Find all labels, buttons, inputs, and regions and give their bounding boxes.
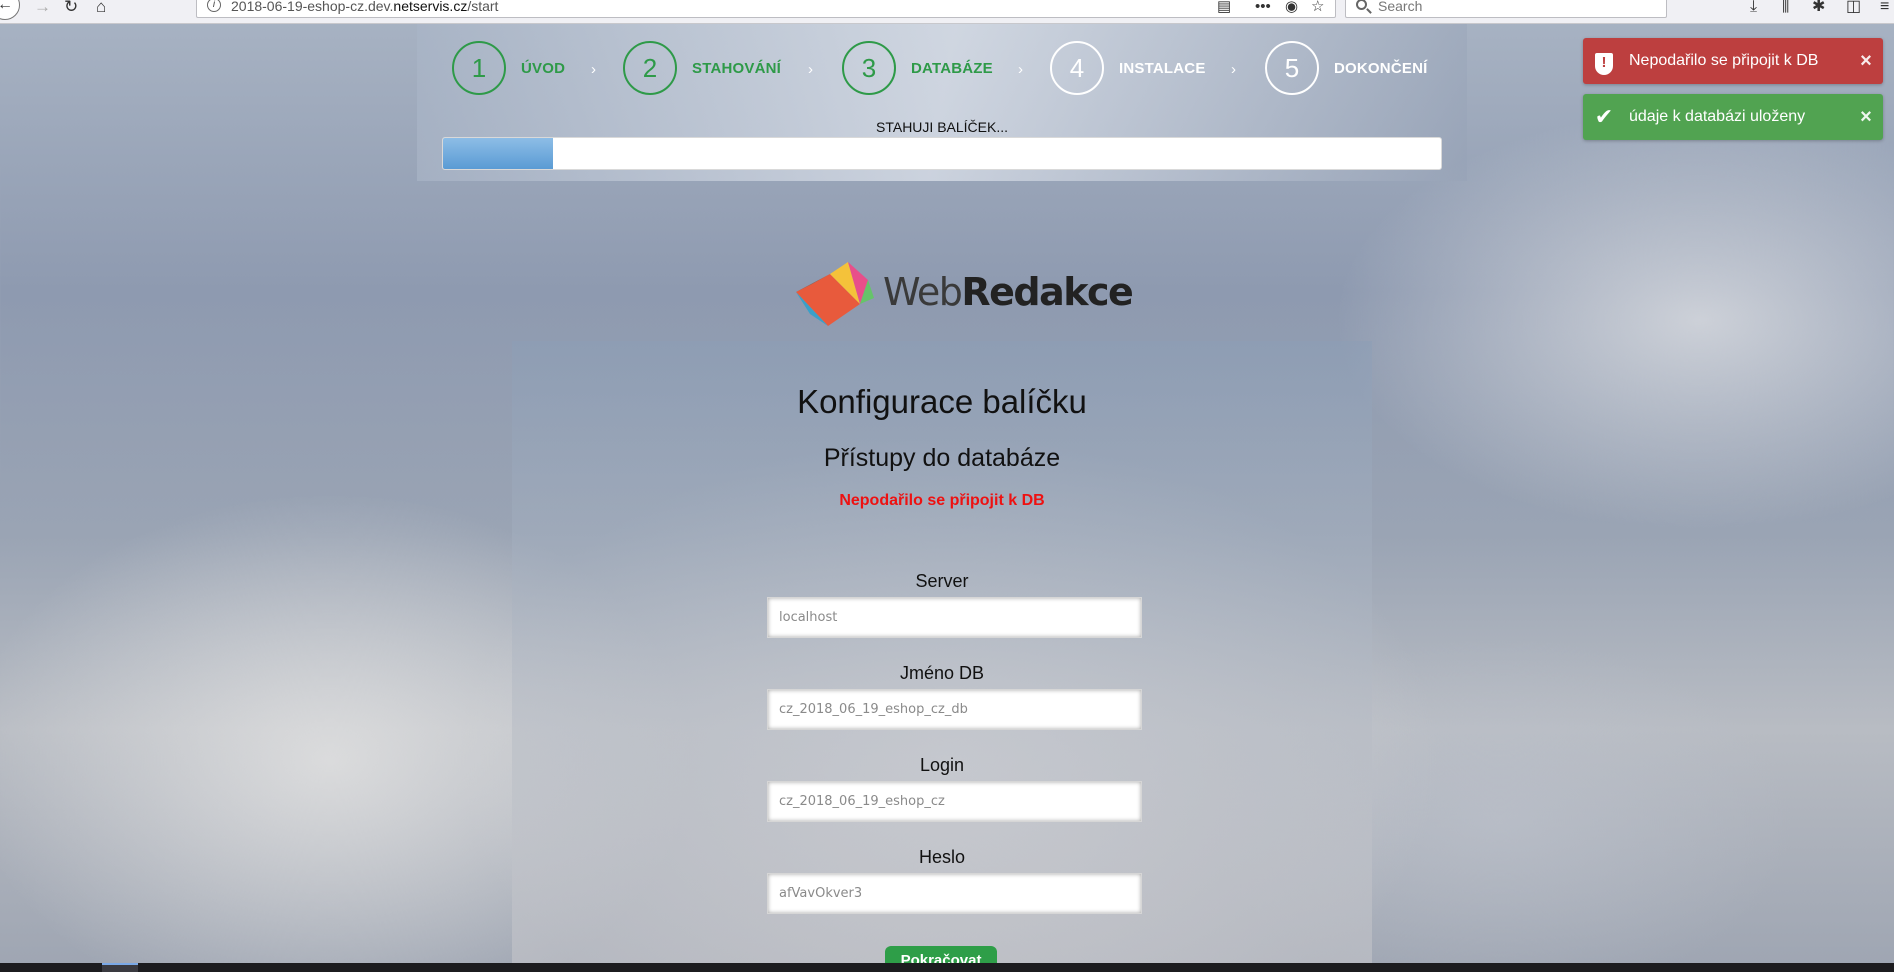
browser-toolbar: ← → ↻ ⌂ i 2018-06-19-eshop-cz.dev.netser… bbox=[0, 0, 1894, 24]
close-icon[interactable]: × bbox=[1849, 50, 1883, 73]
dbname-label: Jméno DB bbox=[899, 663, 985, 683]
password-label: Heslo bbox=[918, 847, 966, 867]
home-button[interactable]: ⌂ bbox=[96, 0, 106, 20]
url-path: /start bbox=[467, 0, 499, 14]
forward-button[interactable]: → bbox=[34, 0, 51, 20]
reader-view-icon[interactable]: ▤ bbox=[1217, 0, 1231, 16]
step-number: 3 bbox=[842, 41, 896, 95]
webredakce-logo: WebRedakce bbox=[790, 254, 1134, 328]
sidebar-icon[interactable]: ◫ bbox=[1846, 0, 1861, 15]
bookmark-star-icon[interactable]: ☆ bbox=[1311, 0, 1324, 16]
toast-success: ✔ údaje k databázi uloženy × bbox=[1583, 94, 1883, 140]
url-bar[interactable]: i 2018-06-19-eshop-cz.dev.netservis.cz/s… bbox=[196, 0, 1336, 18]
checkmark-icon: ✔ bbox=[1594, 104, 1614, 129]
logo-text-light: Web bbox=[883, 270, 963, 314]
chevron-right-icon: › bbox=[808, 61, 813, 78]
library-icon[interactable]: ⫼ bbox=[1782, 0, 1789, 15]
search-icon bbox=[1356, 0, 1367, 10]
login-label: Login bbox=[919, 755, 965, 775]
step-databaze: 3 DATABÁZE bbox=[842, 41, 993, 95]
home-icon: ⌂ bbox=[96, 0, 107, 16]
page-title: Konfigurace balíčku bbox=[797, 383, 1087, 420]
toast-error: ! Nepodařilo se připojit k DB × bbox=[1583, 38, 1883, 84]
progress-fill bbox=[443, 138, 553, 169]
pocket-icon[interactable]: ◉ bbox=[1285, 0, 1298, 16]
close-icon[interactable]: × bbox=[1849, 106, 1883, 129]
more-actions-icon[interactable]: ••• bbox=[1255, 0, 1271, 16]
step-number: 1 bbox=[452, 41, 506, 95]
shield-alert-icon: ! bbox=[1595, 53, 1613, 75]
os-taskbar bbox=[0, 963, 1894, 972]
logo-text-bold: Redakce bbox=[961, 270, 1133, 314]
info-icon[interactable]: i bbox=[207, 0, 221, 12]
dbname-input[interactable] bbox=[767, 689, 1142, 730]
server-label: Server bbox=[915, 571, 969, 591]
step-label: INSTALACE bbox=[1119, 59, 1206, 77]
step-label: DATABÁZE bbox=[911, 59, 993, 77]
step-label: ÚVOD bbox=[521, 59, 566, 77]
step-number: 2 bbox=[623, 41, 677, 95]
arrow-right-icon: → bbox=[34, 0, 51, 16]
toast-success-message: údaje k databázi uloženy bbox=[1629, 108, 1806, 125]
chevron-right-icon: › bbox=[1231, 61, 1236, 78]
step-instalace: 4 INSTALACE bbox=[1050, 41, 1206, 95]
search-placeholder: Search bbox=[1378, 0, 1423, 14]
browser-search[interactable]: Search bbox=[1345, 0, 1667, 18]
reload-button[interactable]: ↻ bbox=[64, 0, 78, 20]
step-stahovani: 2 STAHOVÁNÍ bbox=[623, 41, 781, 95]
section-subtitle: Přístupy do databáze bbox=[823, 444, 1061, 472]
reload-icon: ↻ bbox=[64, 0, 79, 16]
taskbar-active-app[interactable] bbox=[102, 963, 138, 972]
progress-bar bbox=[442, 137, 1442, 170]
arrow-left-icon: ← bbox=[0, 0, 13, 13]
password-input[interactable] bbox=[767, 873, 1142, 914]
menu-icon[interactable]: ≡ bbox=[1880, 0, 1889, 15]
chevron-right-icon: › bbox=[1018, 61, 1023, 78]
logo-text: WebRedakce bbox=[883, 270, 1134, 314]
logo-mark-icon bbox=[796, 262, 874, 326]
step-label: STAHOVÁNÍ bbox=[692, 59, 782, 77]
wizard-steps-panel: 1 ÚVOD › 2 STAHOVÁNÍ › 3 DATABÁZE › 4 IN… bbox=[417, 24, 1467, 181]
server-input[interactable] bbox=[767, 597, 1142, 638]
step-label: DOKONČENÍ bbox=[1334, 59, 1428, 77]
step-number: 4 bbox=[1050, 41, 1104, 95]
download-icon[interactable]: ⤓ bbox=[1750, 0, 1757, 15]
step-uvod: 1 ÚVOD bbox=[452, 41, 565, 95]
login-input[interactable] bbox=[767, 781, 1142, 822]
step-dokonceni: 5 DOKONČENÍ bbox=[1265, 41, 1427, 95]
url-prefix: 2018-06-19-eshop-cz.dev. bbox=[231, 0, 394, 14]
back-button[interactable]: ← bbox=[0, 0, 20, 20]
chevron-right-icon: › bbox=[591, 61, 596, 78]
config-card: Konfigurace balíčku Přístupy do databáze… bbox=[512, 341, 1372, 972]
step-number: 5 bbox=[1265, 41, 1319, 95]
extension-icon[interactable]: ✱ bbox=[1812, 0, 1825, 15]
toast-error-message: Nepodařilo se připojit k DB bbox=[1629, 52, 1819, 69]
progress-label: STAHUJI BALÍČEK... bbox=[876, 119, 1008, 135]
form-error-message: Nepodařilo se připojit k DB bbox=[839, 492, 1045, 509]
url-domain: netservis.cz bbox=[393, 0, 468, 14]
